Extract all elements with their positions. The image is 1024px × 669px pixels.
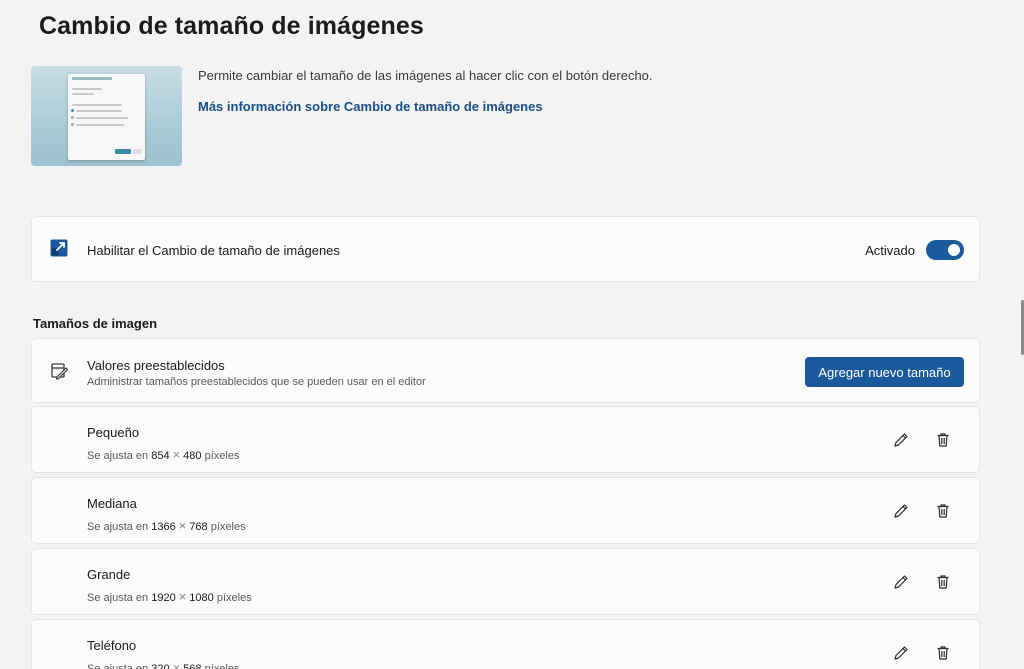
size-description: Se ajusta en 1920 × 1080 píxeles	[87, 589, 252, 604]
enable-label: Habilitar el Cambio de tamaño de imágene…	[87, 243, 340, 258]
size-name: Teléfono	[87, 638, 137, 653]
size-item: Pequeño Se ajusta en 854 × 480 píxeles	[31, 406, 980, 473]
edit-icon[interactable]	[893, 574, 909, 590]
add-size-button[interactable]: Agregar nuevo tamaño	[805, 357, 964, 387]
delete-icon[interactable]	[935, 574, 951, 590]
hero-image	[31, 66, 182, 166]
size-name: Pequeño	[87, 425, 140, 440]
presets-icon	[50, 362, 69, 380]
edit-icon[interactable]	[893, 645, 909, 661]
presets-subtitle: Administrar tamaños preestablecidos que …	[87, 376, 426, 388]
size-description: Se ajusta en 854 × 480 píxeles	[87, 447, 240, 462]
size-description: Se ajusta en 1366 × 768 píxeles	[87, 518, 246, 533]
toggle-state-label: Activado	[865, 243, 915, 258]
edit-icon[interactable]	[893, 503, 909, 519]
presets-card: Valores preestablecidos Administrar tama…	[31, 338, 980, 403]
hero-preview-window	[68, 74, 145, 160]
size-item: Mediana Se ajusta en 1366 × 768 píxeles	[31, 477, 980, 544]
size-name: Grande	[87, 567, 131, 582]
edit-icon[interactable]	[893, 432, 909, 448]
presets-title: Valores preestablecidos	[87, 358, 225, 373]
learn-more-link[interactable]: Más información sobre Cambio de tamaño d…	[198, 99, 543, 114]
page-title: Cambio de tamaño de imágenes	[39, 12, 424, 40]
enable-toggle[interactable]	[926, 240, 964, 260]
size-description: Se ajusta en 320 × 568 píxeles	[87, 660, 240, 669]
size-name: Mediana	[87, 496, 137, 511]
hero-description: Permite cambiar el tamaño de las imágene…	[198, 68, 653, 83]
image-resizer-icon	[50, 239, 68, 257]
enable-card: Habilitar el Cambio de tamaño de imágene…	[31, 216, 980, 282]
section-header: Tamaños de imagen	[33, 316, 158, 331]
delete-icon[interactable]	[935, 503, 951, 519]
size-item: Teléfono Se ajusta en 320 × 568 píxeles	[31, 619, 980, 669]
delete-icon[interactable]	[935, 432, 951, 448]
settings-page: Cambio de tamaño de imágenes Permite cam…	[0, 0, 1024, 669]
delete-icon[interactable]	[935, 645, 951, 661]
size-item: Grande Se ajusta en 1920 × 1080 píxeles	[31, 548, 980, 615]
